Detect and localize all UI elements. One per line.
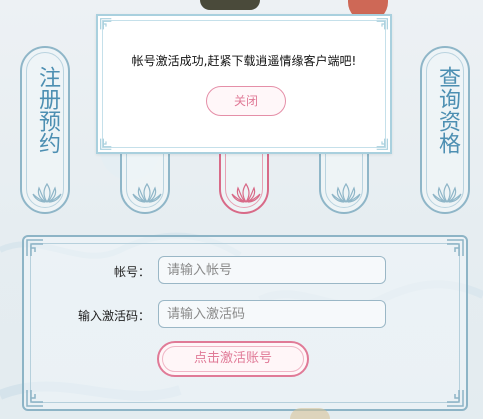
- account-label: 帐号：: [113, 265, 150, 279]
- close-button[interactable]: 关闭: [206, 86, 286, 116]
- activation-code-label: 输入激活码：: [77, 309, 150, 323]
- corner-ornament-icon: [447, 239, 464, 256]
- corner-ornament-icon: [100, 138, 112, 150]
- lotus-icon: [32, 182, 62, 204]
- pillar-label: 查询资格: [435, 66, 460, 154]
- success-dialog: 帐号激活成功,赶紧下载逍遥情缘客户端吧! 关闭: [96, 14, 392, 154]
- lotus-icon: [132, 182, 162, 204]
- top-decoration-left: [200, 0, 260, 10]
- corner-ornament-icon: [376, 18, 388, 30]
- account-input[interactable]: [158, 256, 386, 284]
- activate-account-button-label: 点击激活账号: [193, 351, 272, 366]
- corner-ornament-icon: [26, 390, 43, 407]
- corner-ornament-icon: [376, 138, 388, 150]
- lotus-icon: [432, 182, 462, 204]
- pillar-query-eligibility[interactable]: 查询资格: [420, 46, 470, 214]
- bottom-decoration: [290, 408, 330, 419]
- pillar-register-reservation[interactable]: 注册预约: [20, 46, 70, 214]
- activate-account-button[interactable]: 点击激活账号: [157, 341, 309, 377]
- dialog-inner-border: [102, 20, 386, 148]
- corner-ornament-icon: [26, 239, 43, 256]
- corner-ornament-icon: [100, 18, 112, 30]
- corner-ornament-icon: [447, 390, 464, 407]
- lotus-icon: [331, 182, 361, 204]
- dialog-message: 帐号激活成功,赶紧下载逍遥情缘客户端吧!: [131, 54, 357, 68]
- pillar-label: 注册预约: [35, 66, 60, 154]
- lotus-icon: [231, 182, 261, 204]
- activation-code-input[interactable]: [158, 300, 386, 328]
